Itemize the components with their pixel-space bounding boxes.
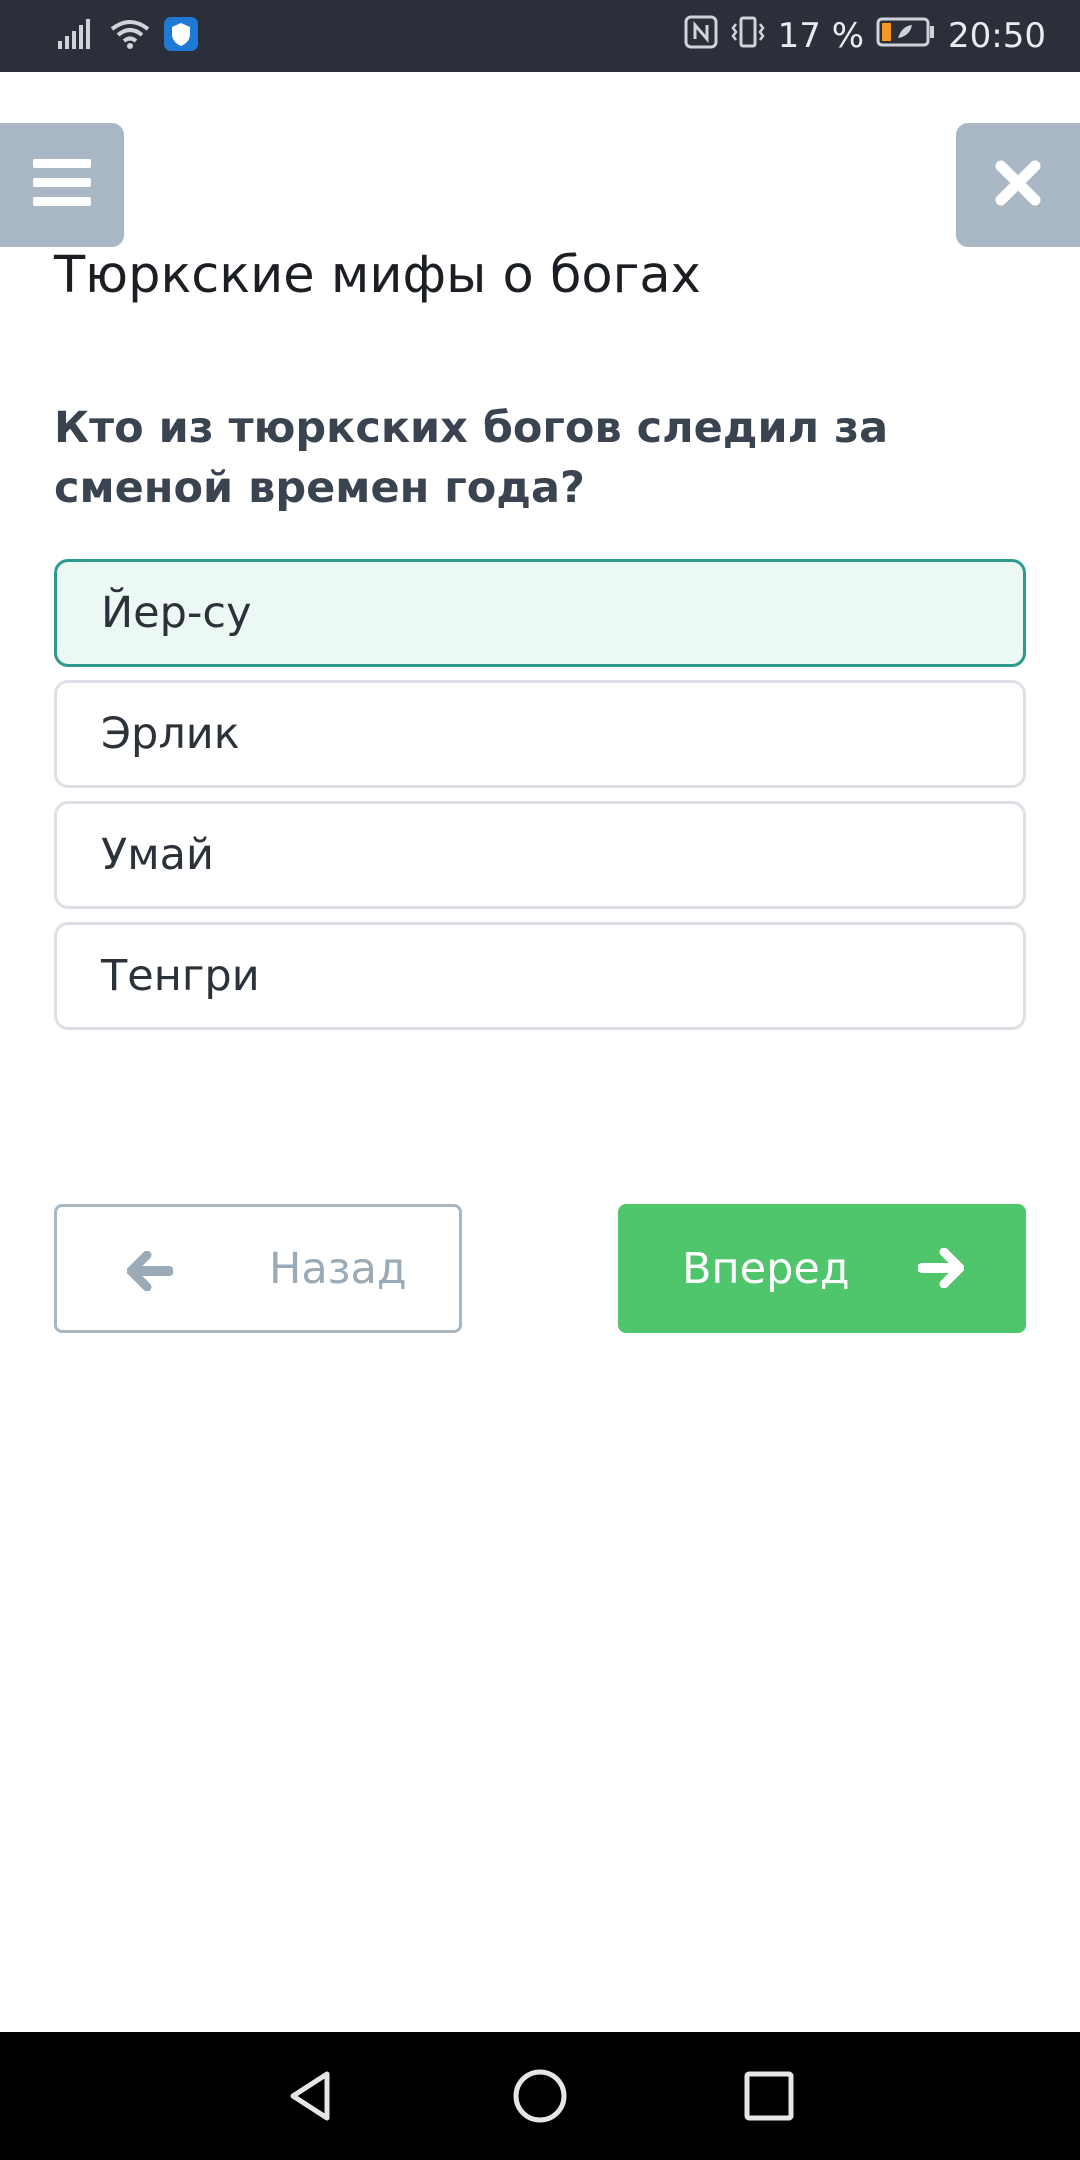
answer-option[interactable]: Йер-су xyxy=(54,559,1026,667)
forward-button[interactable]: Вперед xyxy=(618,1204,1026,1333)
system-navigation-bar xyxy=(0,2032,1080,2160)
status-left xyxy=(58,16,198,56)
nfc-icon xyxy=(684,15,718,58)
wifi-icon xyxy=(110,19,150,53)
quiz-navigation: Назад Вперед xyxy=(54,1204,1026,1333)
answer-option-label: Тенгри xyxy=(101,951,260,1001)
back-button[interactable]: Назад xyxy=(54,1204,462,1333)
back-label: Назад xyxy=(269,1243,407,1294)
status-bar: 17 % 20:50 xyxy=(0,0,1080,72)
shield-app-icon xyxy=(164,17,198,55)
answer-option-label: Умай xyxy=(101,830,214,880)
arrow-right-icon xyxy=(917,1247,965,1292)
battery-percent: 17 % xyxy=(777,16,865,56)
answer-option[interactable]: Тенгри xyxy=(54,922,1026,1030)
answer-option[interactable]: Умай xyxy=(54,801,1026,909)
menu-button[interactable] xyxy=(0,123,124,247)
arrow-left-icon xyxy=(126,1250,174,1295)
answer-option-label: Эрлик xyxy=(101,709,240,759)
question-text: Кто из тюркских богов следил за сменой в… xyxy=(54,403,889,513)
signal-icon xyxy=(58,19,96,53)
close-icon xyxy=(995,160,1041,210)
status-right: 17 % 20:50 xyxy=(684,12,1046,60)
forward-label: Вперед xyxy=(682,1243,850,1294)
battery-icon xyxy=(876,16,936,57)
close-button[interactable] xyxy=(956,123,1080,247)
answer-option-label: Йер-су xyxy=(101,588,252,638)
recents-square-icon[interactable] xyxy=(739,2066,799,2126)
home-circle-icon[interactable] xyxy=(510,2066,570,2126)
clock: 20:50 xyxy=(948,16,1046,56)
back-triangle-icon[interactable] xyxy=(281,2066,341,2126)
answer-options: Йер-су Эрлик Умай Тенгри xyxy=(54,559,1026,1043)
page-title: Тюркские мифы о богах xyxy=(54,246,701,305)
hamburger-icon xyxy=(33,159,91,211)
vibrate-icon xyxy=(730,15,766,58)
answer-option[interactable]: Эрлик xyxy=(54,680,1026,788)
